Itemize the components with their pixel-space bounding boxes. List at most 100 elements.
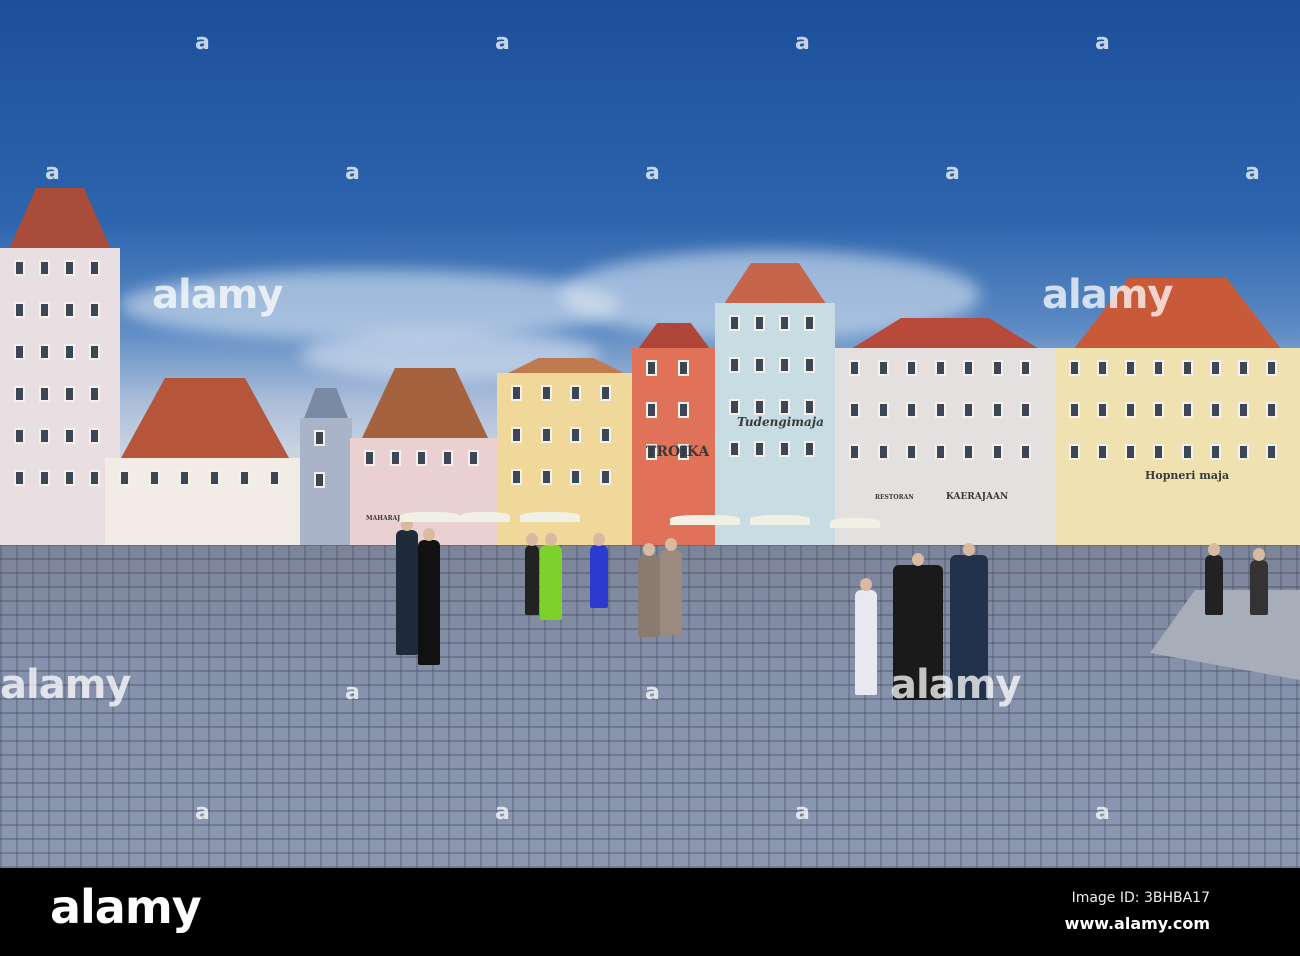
person-head (665, 538, 677, 551)
window (468, 450, 479, 466)
window (1020, 402, 1032, 418)
window (1125, 402, 1137, 418)
person-head (545, 533, 557, 546)
window (646, 402, 657, 418)
window (14, 302, 25, 318)
window (599, 427, 611, 443)
window (804, 441, 815, 457)
window (1209, 402, 1221, 418)
window (89, 344, 100, 360)
person (590, 545, 608, 608)
window (416, 450, 427, 466)
watermark-mark: a (1095, 800, 1110, 825)
window (39, 302, 50, 318)
window (39, 470, 50, 486)
window (779, 441, 790, 457)
window (442, 450, 453, 466)
window (119, 470, 130, 486)
window (314, 430, 325, 446)
patio-umbrella (520, 512, 580, 522)
window (934, 360, 946, 376)
watermark-mark: a (345, 680, 360, 705)
window (540, 469, 552, 485)
window (1181, 402, 1193, 418)
building (300, 418, 352, 548)
person (525, 545, 539, 615)
window (1153, 360, 1165, 376)
building (105, 458, 305, 548)
watermark-mark: a (945, 160, 960, 185)
window (754, 357, 765, 373)
window (1209, 360, 1221, 376)
window (64, 386, 75, 402)
window (39, 260, 50, 276)
window (849, 444, 860, 460)
window (570, 469, 581, 485)
window (64, 260, 75, 276)
roof (121, 378, 289, 458)
window (364, 450, 375, 466)
window (89, 386, 100, 402)
window (877, 360, 889, 376)
window (804, 315, 815, 331)
patio-umbrella (460, 512, 510, 522)
window (934, 444, 946, 460)
window (39, 344, 50, 360)
window (64, 428, 75, 444)
window (1237, 444, 1249, 460)
window (754, 441, 765, 457)
window (239, 470, 250, 486)
window (14, 386, 25, 402)
person-head (1208, 543, 1220, 556)
window (1181, 360, 1193, 376)
person-head (423, 528, 435, 541)
window (963, 360, 975, 376)
window (1153, 444, 1165, 460)
window (804, 399, 815, 415)
window (779, 357, 790, 373)
patio-umbrella (670, 515, 740, 525)
window (1097, 444, 1109, 460)
watermark-mark: a (1095, 30, 1110, 55)
window (804, 357, 815, 373)
person-head (963, 543, 975, 556)
window (729, 357, 740, 373)
patio-umbrella (400, 512, 460, 522)
sign-maharaja: MAHARAJA (366, 515, 405, 522)
window (511, 469, 522, 485)
building (0, 248, 120, 548)
window (314, 472, 325, 488)
window (779, 399, 790, 415)
sign-kaerajaan: KAERAJAAN (946, 492, 1009, 502)
window (1265, 444, 1277, 460)
watermark-mark: a (495, 800, 510, 825)
window (540, 427, 552, 443)
window (1069, 402, 1080, 418)
window (877, 444, 889, 460)
person (540, 545, 562, 620)
window (906, 402, 918, 418)
watermark-mark: a (795, 800, 810, 825)
alamy-logo: alamy (50, 880, 202, 934)
patio-umbrella (830, 518, 880, 528)
window (89, 302, 100, 318)
window (1125, 444, 1137, 460)
window (1097, 360, 1109, 376)
window (1209, 444, 1221, 460)
window (729, 315, 740, 331)
roof (9, 188, 111, 248)
window (906, 360, 918, 376)
window (64, 302, 75, 318)
window (1097, 402, 1109, 418)
building (1055, 348, 1300, 548)
window (1020, 444, 1032, 460)
watermark: alamy (890, 662, 1021, 708)
window (729, 399, 740, 415)
window (390, 450, 401, 466)
watermark-mark: a (495, 30, 510, 55)
window (906, 444, 918, 460)
window (209, 470, 220, 486)
sign-hopneri-maja: Hopneri maja (1145, 469, 1230, 482)
window (14, 470, 25, 486)
window (540, 385, 552, 401)
